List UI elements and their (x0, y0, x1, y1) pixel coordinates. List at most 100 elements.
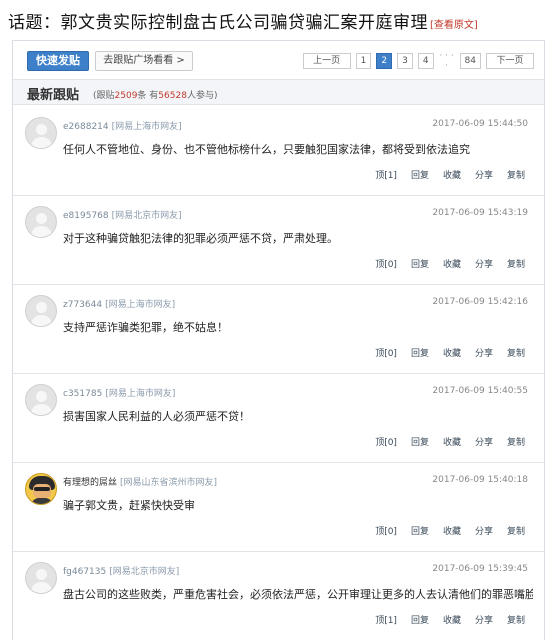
share-button[interactable]: 分享 (468, 524, 500, 537)
upvote-button[interactable]: 顶[0] (368, 435, 404, 448)
default-avatar-icon[interactable] (25, 117, 57, 149)
comment-time: 2017-06-09 15:40:18 (432, 475, 528, 485)
section-title: 最新跟贴 (27, 88, 80, 103)
comment-text: 支持严惩诈骗类犯罪，绝不姑息！ (63, 321, 228, 334)
default-avatar-icon[interactable] (25, 206, 57, 238)
pagination: 上一页 1 2 3 4 · · · · 84 下一页 (302, 51, 534, 71)
comment-time: 2017-06-09 15:40:55 (432, 386, 528, 396)
user-location: [网易山东省滨州市网友] (120, 478, 218, 488)
upvote-button[interactable]: 顶[1] (368, 613, 404, 626)
go-to-comment-square-button[interactable]: 去跟贴广场看看 > (95, 51, 193, 71)
default-avatar-icon[interactable] (25, 562, 57, 594)
copy-button[interactable]: 复制 (500, 168, 532, 181)
latest-comments-bar: 最新跟贴 (跟贴2509条 有56528人参与) (13, 79, 544, 105)
username-link[interactable]: e8195768 (63, 211, 109, 221)
favorite-button[interactable]: 收藏 (436, 435, 468, 448)
comment-time: 2017-06-09 15:39:45 (432, 564, 528, 574)
comment-time: 2017-06-09 15:42:16 (432, 297, 528, 307)
comment-item: z773644 [网易上海市网友] 2017-06-09 15:42:16 支持严… (13, 285, 544, 374)
username-link[interactable]: 有理想的屌丝 (63, 478, 117, 488)
page-1-button[interactable]: 1 (355, 53, 372, 69)
user-location: [网易上海市网友] (105, 389, 176, 399)
comment-actions: 顶[0] 回复 收藏 分享 复制 (368, 435, 532, 448)
page-3-button[interactable]: 3 (397, 53, 413, 69)
page-4-button[interactable]: 4 (417, 53, 434, 69)
comment-time: 2017-06-09 15:44:50 (432, 119, 528, 129)
favorite-button[interactable]: 收藏 (436, 168, 468, 181)
comment-item: c351785 [网易上海市网友] 2017-06-09 15:40:55 损害国… (13, 374, 544, 463)
reply-button[interactable]: 回复 (404, 346, 436, 359)
comment-actions: 顶[0] 回复 收藏 分享 复制 (368, 524, 532, 537)
share-button[interactable]: 分享 (468, 346, 500, 359)
prev-page-button[interactable]: 上一页 (302, 53, 351, 69)
share-button[interactable]: 分享 (468, 168, 500, 181)
favorite-button[interactable]: 收藏 (436, 346, 468, 359)
upvote-button[interactable]: 顶[0] (368, 524, 404, 537)
default-avatar-icon[interactable] (25, 384, 57, 416)
default-avatar-icon[interactable] (25, 295, 57, 327)
page-ellipsis: · · · · (439, 51, 454, 71)
comments-panel: 快速发贴 去跟贴广场看看 > 上一页 1 2 3 4 · · · · 84 下一… (12, 40, 545, 640)
share-button[interactable]: 分享 (468, 613, 500, 626)
comment-meta: z773644 [网易上海市网友] (63, 297, 175, 310)
comment-item: 有理想的屌丝 [网易山东省滨州市网友] 2017-06-09 15:40:18 骗… (13, 463, 544, 552)
comment-meta: 有理想的屌丝 [网易山东省滨州市网友] (63, 475, 217, 488)
copy-button[interactable]: 复制 (500, 346, 532, 359)
user-avatar-icon[interactable] (25, 473, 57, 505)
reply-button[interactable]: 回复 (404, 257, 436, 270)
comment-item: e8195768 [网易北京市网友] 2017-06-09 15:43:19 对于… (13, 196, 544, 285)
toolbar: 快速发贴 去跟贴广场看看 > 上一页 1 2 3 4 · · · · 84 下一… (13, 41, 544, 79)
comment-actions: 顶[0] 回复 收藏 分享 复制 (368, 346, 532, 359)
favorite-button[interactable]: 收藏 (436, 257, 468, 270)
user-location: [网易北京市网友] (111, 211, 182, 221)
next-page-button[interactable]: 下一页 (486, 53, 534, 69)
participant-count: 56528 (158, 91, 187, 101)
username-link[interactable]: e2688214 (63, 122, 109, 132)
reply-button[interactable]: 回复 (404, 435, 436, 448)
favorite-button[interactable]: 收藏 (436, 613, 468, 626)
comment-text: 对于这种骗贷触犯法律的犯罪必须严惩不贷，严肃处理。 (63, 232, 338, 245)
favorite-button[interactable]: 收藏 (436, 524, 468, 537)
stats-mid: 条 有 (137, 91, 159, 101)
share-button[interactable]: 分享 (468, 257, 500, 270)
comment-meta: fg467135 [网易北京市网友] (63, 564, 179, 577)
reply-button[interactable]: 回复 (404, 524, 436, 537)
upvote-button[interactable]: 顶[0] (368, 257, 404, 270)
copy-button[interactable]: 复制 (500, 524, 532, 537)
comment-item: fg467135 [网易北京市网友] 2017-06-09 15:39:45 盘古… (13, 552, 544, 640)
comment-time: 2017-06-09 15:43:19 (432, 208, 528, 218)
stats-prefix: (跟贴 (93, 91, 115, 101)
comment-meta: c351785 [网易上海市网友] (63, 386, 175, 399)
view-original-link[interactable]: [查看原文] (430, 20, 478, 31)
copy-button[interactable]: 复制 (500, 435, 532, 448)
follow-count: 2509 (114, 91, 138, 101)
reply-button[interactable]: 回复 (404, 613, 436, 626)
username-link[interactable]: c351785 (63, 389, 102, 399)
topic-header: 话题：郭文贵实际控制盘古氏公司骗贷骗汇案开庭审理 [查看原文] (8, 8, 543, 36)
copy-button[interactable]: 复制 (500, 613, 532, 626)
quick-post-button[interactable]: 快速发贴 (27, 51, 89, 71)
comment-actions: 顶[1] 回复 收藏 分享 复制 (368, 168, 532, 181)
comment-actions: 顶[0] 回复 收藏 分享 复制 (368, 257, 532, 270)
upvote-button[interactable]: 顶[0] (368, 346, 404, 359)
stats-suffix: 人参与) (186, 91, 218, 101)
username-link[interactable]: fg467135 (63, 567, 106, 577)
comment-text: 骗子郭文贵，赶紧快快受审 (63, 499, 195, 512)
comment-text: 盘古公司的这些败类，严重危害社会，必须依法严惩，公开审理让更多的人去认清他们的罪… (63, 588, 533, 601)
comment-item: e2688214 [网易上海市网友] 2017-06-09 15:44:50 任何… (13, 107, 544, 196)
comment-meta: e8195768 [网易北京市网友] (63, 208, 182, 221)
user-location: [网易上海市网友] (105, 300, 176, 310)
last-page-button[interactable]: 84 (459, 53, 481, 69)
comment-stats: (跟贴2509条 有56528人参与) (93, 88, 217, 101)
reply-button[interactable]: 回复 (404, 168, 436, 181)
user-location: [网易上海市网友] (111, 122, 182, 132)
topic-title: 话题：郭文贵实际控制盘古氏公司骗贷骗汇案开庭审理 (8, 13, 428, 33)
username-link[interactable]: z773644 (63, 300, 102, 310)
comment-actions: 顶[1] 回复 收藏 分享 复制 (368, 613, 532, 626)
share-button[interactable]: 分享 (468, 435, 500, 448)
comment-meta: e2688214 [网易上海市网友] (63, 119, 182, 132)
comment-text: 损害国家人民利益的人必须严惩不贷！ (63, 410, 250, 423)
upvote-button[interactable]: 顶[1] (368, 168, 404, 181)
copy-button[interactable]: 复制 (500, 257, 532, 270)
page-2-button[interactable]: 2 (376, 53, 393, 69)
